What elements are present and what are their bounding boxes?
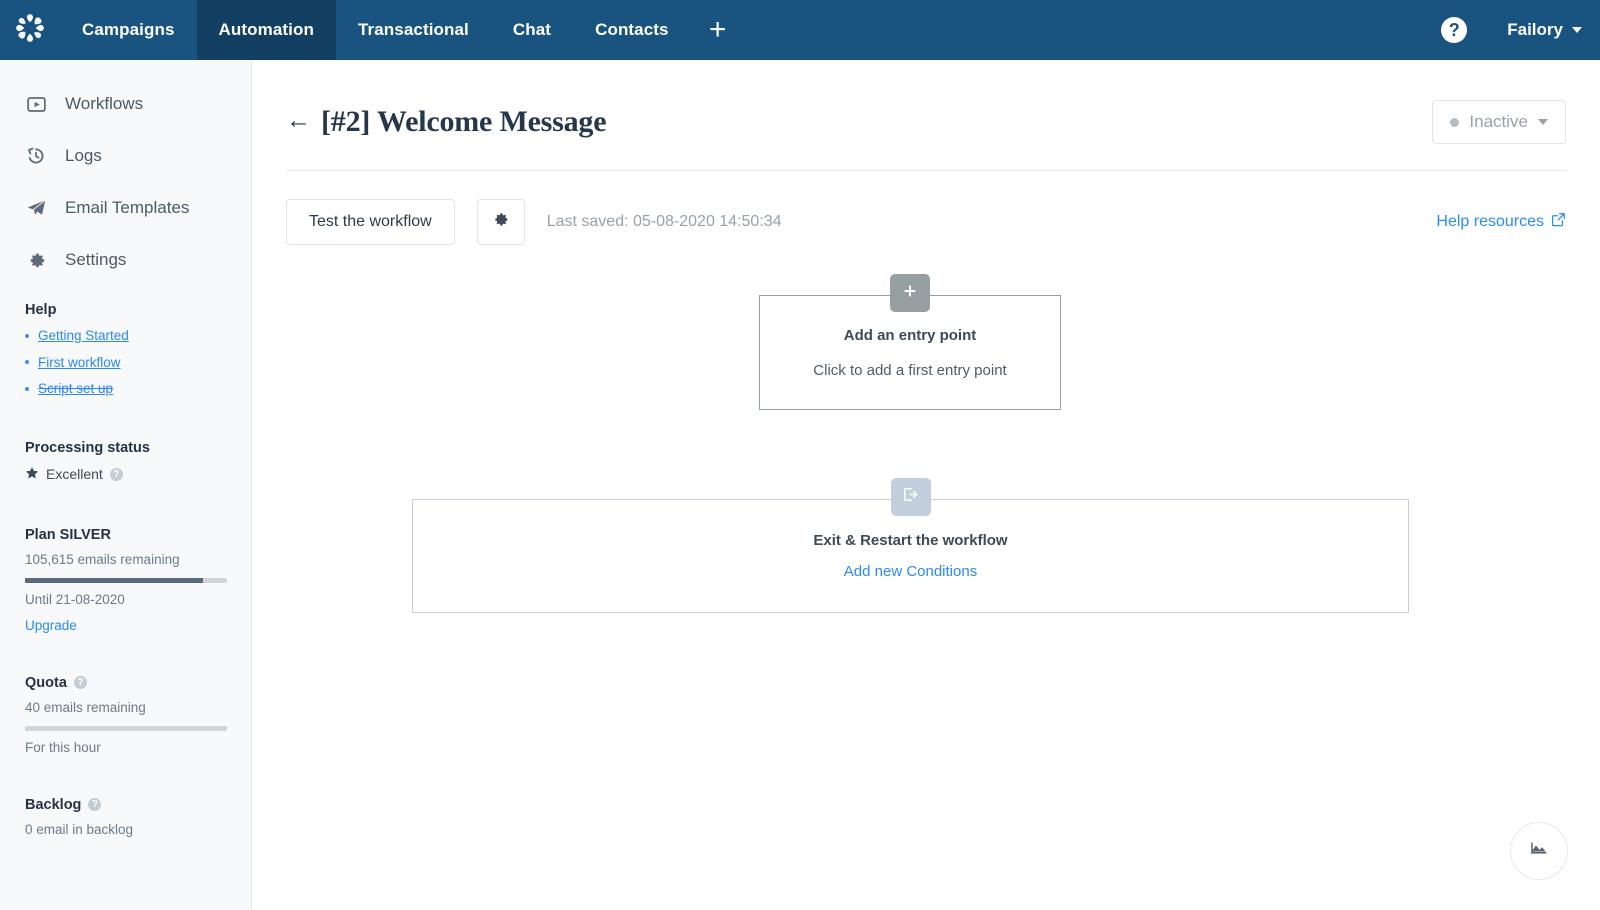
bullet-dot-icon bbox=[25, 386, 29, 391]
plan-until: Until 21-08-2020 bbox=[25, 591, 125, 607]
area-chart-icon bbox=[1528, 838, 1550, 865]
help-glyph: ? bbox=[1448, 19, 1460, 40]
account-menu[interactable]: Failory bbox=[1507, 20, 1582, 40]
nav-label: Automation bbox=[218, 20, 314, 39]
page-header: ← [#2] Welcome Message Inactive bbox=[252, 60, 1600, 144]
workflow-status-dropdown[interactable]: Inactive bbox=[1432, 100, 1566, 144]
workflow-settings-button[interactable] bbox=[476, 199, 525, 245]
backlog-help-icon[interactable]: ? bbox=[88, 798, 102, 812]
bullet-dot-icon bbox=[25, 333, 29, 338]
help-link-getting-started[interactable]: Getting Started bbox=[38, 327, 129, 345]
sidebar-item-label: Workflows bbox=[65, 94, 144, 113]
exit-restart-card: Exit & Restart the workflow Add new Cond… bbox=[412, 478, 1409, 613]
list-item: First workflow bbox=[25, 354, 226, 372]
processing-status-heading: Processing status bbox=[25, 439, 150, 456]
app-logo[interactable] bbox=[0, 0, 60, 60]
top-navigation-bar: Campaigns Automation Transactional Chat … bbox=[0, 0, 1600, 60]
nav-label: Campaigns bbox=[82, 20, 175, 39]
sidebar-item-label: Email Templates bbox=[65, 198, 190, 217]
list-item: Script set up bbox=[25, 380, 226, 398]
nav-item-campaigns[interactable]: Campaigns bbox=[60, 0, 197, 60]
gear-icon bbox=[25, 249, 47, 271]
help-resources-label: Help resources bbox=[1436, 213, 1544, 230]
exit-card-title: Exit & Restart the workflow bbox=[813, 532, 1008, 549]
list-item: Getting Started bbox=[25, 327, 226, 345]
statistics-floating-button[interactable] bbox=[1510, 822, 1568, 880]
sidebar: Workflows Logs Email Templates Settings … bbox=[0, 60, 252, 910]
add-entry-point-tab-button[interactable] bbox=[890, 274, 930, 312]
pinwheel-logo-icon bbox=[13, 11, 47, 50]
quota-period: For this hour bbox=[25, 739, 101, 755]
top-bar-right-group: ? Failory bbox=[1441, 0, 1600, 60]
help-question-icon[interactable]: ? bbox=[1441, 17, 1468, 43]
plus-icon bbox=[903, 284, 917, 303]
paper-plane-icon bbox=[25, 197, 47, 219]
entry-card-subtitle: Click to add a first entry point bbox=[813, 361, 1007, 379]
add-app-button[interactable]: + bbox=[691, 0, 745, 60]
plan-remaining: 105,615 emails remaining bbox=[25, 551, 180, 567]
back-arrow-icon[interactable]: ← bbox=[286, 107, 311, 133]
star-icon bbox=[25, 466, 39, 483]
backlog-value: 0 email in backlog bbox=[25, 821, 134, 837]
page-title: [#2] Welcome Message bbox=[321, 105, 607, 138]
nav-item-automation[interactable]: Automation bbox=[196, 0, 336, 60]
entry-card-title: Add an entry point bbox=[843, 326, 977, 344]
nav-item-chat[interactable]: Chat bbox=[491, 0, 573, 60]
test-workflow-button[interactable]: Test the workflow bbox=[286, 199, 455, 245]
plan-section: Plan SILVER 105,615 emails remaining Unt… bbox=[0, 527, 251, 635]
gear-icon bbox=[492, 211, 509, 233]
help-links-list: Getting Started First workflow Script se… bbox=[25, 327, 226, 398]
help-section: Help Getting Started First workflow Scri… bbox=[0, 302, 251, 398]
chevron-down-icon bbox=[1538, 119, 1548, 125]
quota-remaining: 40 emails remaining bbox=[25, 699, 146, 715]
exit-node-tab-button[interactable] bbox=[890, 478, 931, 516]
bullet-dot-icon bbox=[25, 360, 29, 365]
sidebar-item-email-templates[interactable]: Email Templates bbox=[0, 182, 251, 234]
main-content: ← [#2] Welcome Message Inactive Test the… bbox=[252, 60, 1600, 910]
external-link-icon bbox=[1551, 212, 1566, 232]
nav-label: Transactional bbox=[357, 20, 469, 39]
backlog-section: Backlog ? 0 email in backlog bbox=[0, 797, 251, 837]
play-box-icon bbox=[25, 93, 47, 115]
plan-heading: Plan SILVER bbox=[25, 526, 111, 543]
plus-icon: + bbox=[708, 13, 727, 46]
help-resources-link[interactable]: Help resources bbox=[1436, 212, 1566, 232]
quota-progress-bar bbox=[25, 725, 227, 731]
sidebar-item-label: Logs bbox=[65, 146, 102, 165]
processing-status-value-row: Excellent ? bbox=[25, 466, 226, 483]
sidebar-item-settings[interactable]: Settings bbox=[0, 234, 251, 286]
history-icon bbox=[25, 145, 47, 167]
plan-progress-bar bbox=[25, 577, 227, 583]
chevron-down-icon bbox=[1572, 27, 1582, 33]
workflow-toolbar: Test the workflow Last saved: 05-08-2020… bbox=[252, 171, 1600, 245]
processing-status-section: Processing status Excellent ? bbox=[0, 440, 251, 483]
quota-help-icon[interactable]: ? bbox=[73, 676, 87, 690]
exit-icon bbox=[902, 486, 919, 508]
sidebar-item-label: Settings bbox=[65, 250, 127, 269]
plan-progress-fill bbox=[25, 577, 203, 583]
backlog-heading-text: Backlog bbox=[25, 796, 82, 813]
sidebar-item-workflows[interactable]: Workflows bbox=[0, 78, 251, 130]
quota-heading: Quota ? bbox=[25, 675, 226, 691]
processing-status-help-icon[interactable]: ? bbox=[109, 467, 123, 481]
status-badge: Inactive bbox=[1469, 112, 1528, 131]
quota-section: Quota ? 40 emails remaining For this hou… bbox=[0, 675, 251, 755]
add-entry-point-card[interactable]: Add an entry point Click to add a first … bbox=[759, 274, 1061, 410]
nav-item-transactional[interactable]: Transactional bbox=[336, 0, 491, 60]
last-saved-text: Last saved: 05-08-2020 14:50:34 bbox=[546, 213, 782, 230]
quota-heading-text: Quota bbox=[25, 674, 67, 691]
sidebar-item-logs[interactable]: Logs bbox=[0, 130, 251, 182]
upgrade-link[interactable]: Upgrade bbox=[25, 618, 77, 633]
nav-item-contacts[interactable]: Contacts bbox=[573, 0, 691, 60]
help-link-script-set-up[interactable]: Script set up bbox=[38, 380, 113, 398]
nav-label: Chat bbox=[512, 20, 552, 39]
help-link-first-workflow[interactable]: First workflow bbox=[38, 354, 121, 372]
account-label: Failory bbox=[1507, 20, 1563, 39]
nav-label: Contacts bbox=[595, 20, 669, 39]
status-dot-icon bbox=[1450, 117, 1460, 127]
add-new-conditions-link[interactable]: Add new Conditions bbox=[844, 563, 977, 580]
backlog-heading: Backlog ? bbox=[25, 797, 226, 813]
help-heading: Help bbox=[25, 302, 57, 318]
processing-status-value: Excellent bbox=[46, 466, 103, 483]
